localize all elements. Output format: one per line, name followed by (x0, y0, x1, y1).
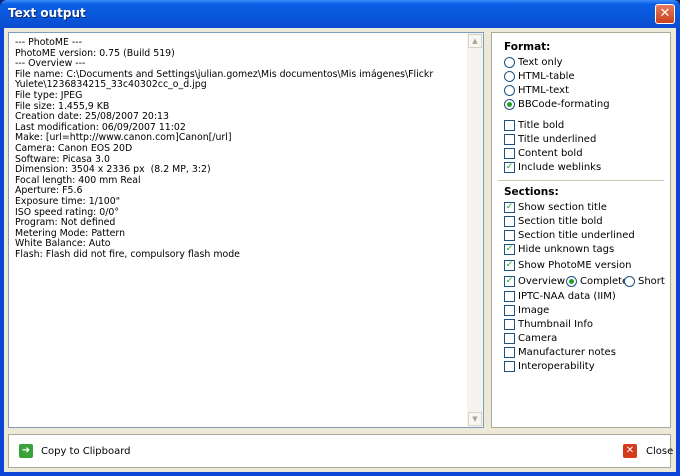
footer-bar: ➜ Copy to Clipboard ✕ Close (8, 434, 673, 468)
checkbox-icon[interactable] (504, 347, 515, 358)
checkbox-icon[interactable] (504, 361, 515, 372)
close-label: Close (646, 445, 674, 457)
checkbox-label: Title bold (518, 120, 565, 131)
checkmark-icon[interactable]: ✓ (504, 162, 515, 173)
check-camera[interactable]: Camera (504, 332, 557, 345)
checkbox-label: Title underlined (518, 134, 597, 145)
radio-icon[interactable] (504, 71, 515, 82)
radio-label: Text only (518, 57, 563, 68)
checkbox-label: Overview (518, 276, 566, 287)
window-close-icon[interactable]: ✕ (655, 4, 675, 24)
checkbox-icon[interactable] (504, 230, 515, 241)
vertical-scrollbar[interactable]: ▲ ▼ (467, 33, 483, 427)
check-overview[interactable]: ✓ Overview (504, 275, 565, 288)
checkmark-icon[interactable]: ✓ (504, 244, 515, 255)
radio-short[interactable]: Short (624, 275, 665, 288)
radio-label: HTML-table (518, 71, 575, 82)
text-output-content: --- PhotoME --- PhotoME version: 0.75 (Bu… (15, 37, 467, 260)
text-output-area[interactable]: --- PhotoME --- PhotoME version: 0.75 (Bu… (8, 32, 484, 428)
check-interoperability[interactable]: Interoperability (504, 360, 595, 373)
check-show-photome-version[interactable]: ✓ Show PhotoME version (504, 259, 631, 272)
sections-heading: Sections: (504, 186, 559, 198)
checkbox-icon[interactable] (504, 319, 515, 330)
radio-label: HTML-text (518, 85, 569, 96)
check-show-section-title[interactable]: ✓ Show section title (504, 201, 607, 214)
divider (498, 180, 664, 181)
checkbox-icon[interactable] (504, 305, 515, 316)
checkbox-label: Thumbnail Info (518, 319, 593, 330)
checkbox-label: Interoperability (518, 361, 595, 372)
radio-icon[interactable] (504, 99, 515, 110)
checkbox-label: IPTC-NAA data (IIM) (518, 291, 616, 302)
check-hide-unknown-tags[interactable]: ✓ Hide unknown tags (504, 243, 614, 256)
checkbox-label: Section title underlined (518, 230, 635, 241)
close-button[interactable]: ✕ Close (623, 444, 673, 458)
checkbox-label: Manufacturer notes (518, 347, 616, 358)
text-line: File type: JPEG (15, 89, 83, 101)
radio-icon[interactable] (566, 276, 577, 287)
checkbox-icon[interactable] (504, 291, 515, 302)
title-bar[interactable]: Text output ✕ (0, 0, 680, 28)
checkbox-icon[interactable] (504, 134, 515, 145)
check-title-underlined[interactable]: Title underlined (504, 133, 596, 146)
checkmark-icon[interactable]: ✓ (504, 260, 515, 271)
checkmark-icon[interactable]: ✓ (504, 276, 515, 287)
copy-arrow-icon: ➜ (19, 444, 33, 458)
text-output-window: Text output ✕ --- PhotoME --- PhotoME ver… (0, 0, 680, 476)
checkbox-label: Show section title (518, 202, 607, 213)
check-include-weblinks[interactable]: ✓ Include weblinks (504, 161, 601, 174)
options-panel: Format: Text only HTML-table HTML-text B… (491, 32, 671, 428)
checkbox-label: Image (518, 305, 550, 316)
text-line: --- PhotoME --- (15, 37, 83, 48)
checkbox-label: Hide unknown tags (518, 244, 615, 255)
checkmark-icon[interactable]: ✓ (504, 202, 515, 213)
scroll-up-icon[interactable]: ▲ (468, 34, 482, 48)
text-line: Yulete\1236834215_33c40302cc_o_d.jpg (15, 79, 207, 91)
check-section-title-bold[interactable]: Section title bold (504, 215, 603, 228)
copy-label: Copy to Clipboard (41, 445, 131, 457)
radio-label: BBCode-formating (518, 99, 610, 110)
check-iptc-naa[interactable]: IPTC-NAA data (IIM) (504, 290, 616, 303)
check-thumbnail-info[interactable]: Thumbnail Info (504, 318, 593, 331)
text-line: Exposure time: 1/100" (15, 195, 121, 207)
checkbox-label: Include weblinks (518, 162, 602, 173)
checkbox-label: Content bold (518, 148, 583, 159)
close-icon: ✕ (623, 444, 637, 458)
radio-html-text[interactable]: HTML-text (504, 84, 569, 97)
scroll-down-icon[interactable]: ▼ (468, 412, 482, 426)
text-line: Flash: Flash did not fire, compulsory fl… (15, 248, 240, 260)
checkbox-icon[interactable] (504, 333, 515, 344)
text-line: Focal length: 400 mm Real (15, 174, 141, 186)
radio-icon[interactable] (624, 276, 635, 287)
radio-label: Complete (580, 276, 629, 287)
checkbox-label: Camera (518, 333, 558, 344)
check-image[interactable]: Image (504, 304, 549, 317)
radio-complete[interactable]: Complete (566, 275, 628, 288)
radio-icon[interactable] (504, 57, 515, 68)
checkbox-icon[interactable] (504, 148, 515, 159)
radio-bbcode-formating[interactable]: BBCode-formating (504, 98, 610, 111)
checkbox-label: Show PhotoME version (518, 260, 632, 271)
radio-text-only[interactable]: Text only (504, 56, 563, 69)
check-manufacturer-notes[interactable]: Manufacturer notes (504, 346, 616, 359)
checkbox-icon[interactable] (504, 120, 515, 131)
radio-html-table[interactable]: HTML-table (504, 70, 575, 83)
format-heading: Format: (504, 41, 551, 53)
checkbox-label: Section title bold (518, 216, 603, 227)
radio-label: Short (638, 276, 665, 287)
checkbox-icon[interactable] (504, 216, 515, 227)
text-line: Camera: Canon EOS 20D (15, 142, 133, 154)
copy-to-clipboard-button[interactable]: ➜ Copy to Clipboard (19, 444, 131, 458)
dialog-body: --- PhotoME --- PhotoME version: 0.75 (Bu… (4, 28, 676, 472)
check-content-bold[interactable]: Content bold (504, 147, 583, 160)
radio-icon[interactable] (504, 85, 515, 96)
window-title: Text output (8, 6, 86, 20)
check-section-title-underlined[interactable]: Section title underlined (504, 229, 635, 242)
check-title-bold[interactable]: Title bold (504, 119, 564, 132)
